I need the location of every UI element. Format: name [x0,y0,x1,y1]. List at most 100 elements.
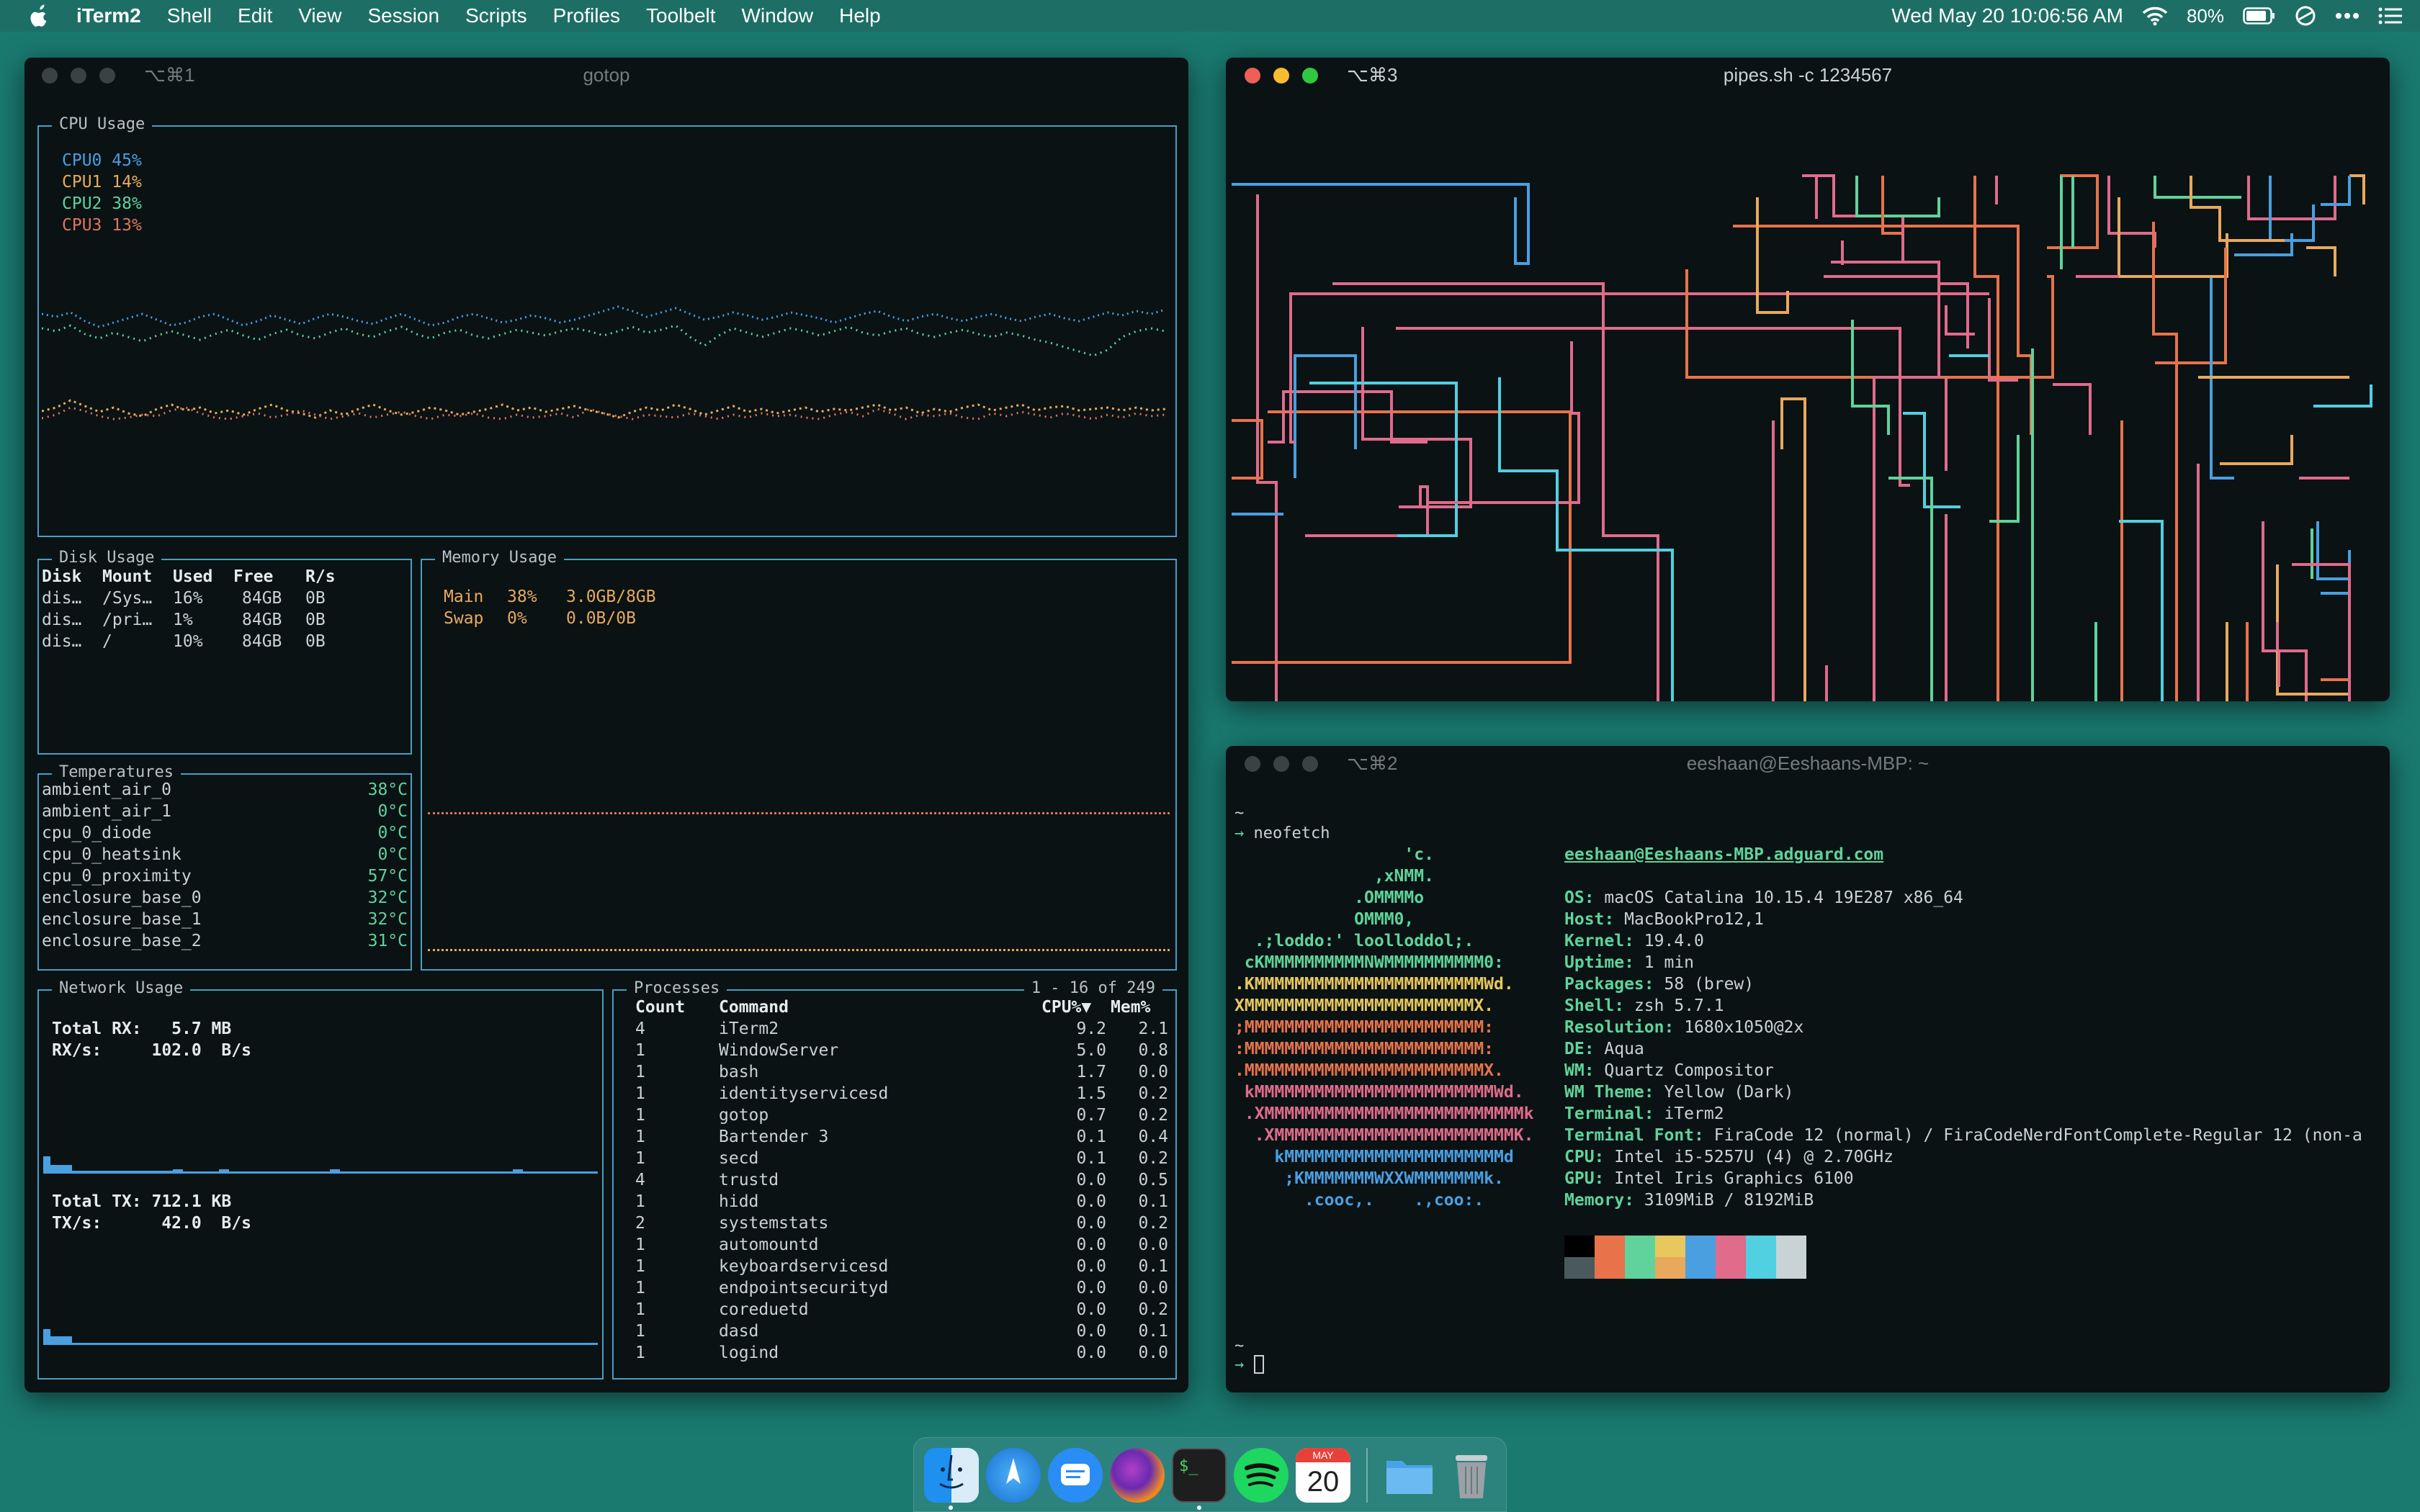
info-key: Terminal: [1564,1104,1654,1123]
info-line: OS: macOS Catalina 10.15.4 19E287 x86_64 [1564,887,1963,909]
table-row: dis… /Sys… 16% 84GB 0B [39,588,411,609]
col-mem[interactable]: Mem% [1111,996,1150,1018]
info-line: CPU: Intel i5-5257U (4) @ 2.70GHz [1564,1146,1894,1168]
table-row[interactable]: 1 logind 0.0 0.0 [614,1342,1175,1364]
spotify-icon[interactable] [1234,1448,1289,1503]
table-row[interactable]: 1 WindowServer 5.0 0.8 [614,1040,1175,1061]
messages-icon[interactable] [1048,1448,1103,1503]
folder-icon[interactable] [1382,1448,1437,1503]
cpu-usage-title: CPU Usage [52,115,153,133]
safari-icon[interactable] [986,1448,1041,1503]
table-row[interactable]: 4 iTerm2 9.2 2.1 [614,1018,1175,1040]
used-cell: 10% [173,632,203,651]
gotop-titlebar[interactable]: ⌥⌘1 gotop [24,58,1188,89]
col-count[interactable]: Count [635,996,685,1018]
finder-icon[interactable] [924,1448,979,1503]
firefox-icon[interactable] [1110,1448,1165,1503]
menu-profiles[interactable]: Profiles [553,4,620,27]
count-cell: 1 [635,1300,645,1319]
ascii-art-line: .cooc,. .,coo:. [1234,1191,1484,1210]
sensor-name: enclosure_base_2 [42,932,202,950]
cpu-cell: 0.0 [1076,1279,1106,1297]
col-command[interactable]: Command [719,996,789,1018]
apple-icon[interactable] [29,4,50,28]
battery-icon[interactable] [2243,7,2276,24]
ascii-art-line: .XMMMMMMMMMMMMMMMMMMMMMMMMK. [1234,1126,1534,1145]
mount-cell: /pri… [102,611,153,629]
command-text: neofetch [1253,824,1330,842]
cpu-cell: 0.0 [1076,1171,1106,1189]
terminal-icon[interactable]: $_ [1172,1448,1227,1503]
ascii-art-line: .XMMMMMMMMMMMMMMMMMMMMMMMMMMk [1234,1104,1534,1123]
command-cell: keyboardservicesd [719,1257,889,1276]
color-palette [1564,1236,1809,1282]
info-value: 19.4.0 [1644,932,1704,950]
col-cpu[interactable]: CPU%▼ [1041,996,1091,1018]
command-cell: automountd [719,1236,819,1254]
info-key: GPU: [1564,1169,1605,1188]
cpu-usage-panel: CPU Usage CPU0 45% CPU1 14% CPU2 38% CPU… [37,115,1177,537]
menu-shell[interactable]: Shell [167,4,212,27]
table-row[interactable]: 1 dasd 0.0 0.1 [614,1320,1175,1342]
wifi-icon[interactable] [2142,6,2168,26]
menu-toolbelt[interactable]: Toolbelt [646,4,716,27]
cpu-cell: 1.7 [1076,1063,1106,1081]
table-row[interactable]: 1 endpointsecurityd 0.0 0.0 [614,1277,1175,1299]
table-row[interactable]: 1 bash 1.7 0.0 [614,1061,1175,1083]
sensor-name: cpu_0_proximity [42,867,192,886]
table-row[interactable]: 1 automountd 0.0 0.0 [614,1234,1175,1256]
info-line: Terminal Font: FiraCode 12 (normal) / Fi… [1564,1125,2362,1146]
count-cell: 1 [635,1322,645,1341]
more-icon[interactable] [2335,12,2360,19]
table-row[interactable]: 1 keyboardservicesd 0.0 0.1 [614,1256,1175,1277]
cpu-cell: 0.0 [1076,1257,1106,1276]
sensor-value: 38°C [367,780,408,799]
menu-scripts[interactable]: Scripts [465,4,527,27]
memory-main-amount: 3.0GB/8GB [566,588,656,606]
table-row[interactable]: 2 systemstats 0.0 0.2 [614,1212,1175,1234]
menu-view[interactable]: View [298,4,341,27]
disk-cell: dis… [42,589,82,608]
menu-window[interactable]: Window [742,4,814,27]
window-title: eeshaan@Eeshaans-MBP: ~ [1686,752,1930,774]
pipes-window[interactable]: ⌥⌘3 pipes.sh -c 1234567 [1226,58,2390,701]
list-icon[interactable] [2378,6,2403,25]
info-line: Memory: 3109MiB / 8192MiB [1564,1189,1814,1211]
network-usage-title: Network Usage [52,979,191,997]
memory-main-percent: 38% [507,588,537,606]
table-row[interactable]: 1 coreduetd 0.0 0.2 [614,1299,1175,1320]
table-row[interactable]: 1 hidd 0.0 0.1 [614,1191,1175,1212]
battery-percent[interactable]: 80% [2187,5,2224,27]
neofetch-titlebar[interactable]: ⌥⌘2 eeshaan@Eeshaans-MBP: ~ [1226,746,2390,778]
menu-help[interactable]: Help [839,4,881,27]
calendar-icon[interactable]: MAY 20 [1296,1448,1350,1503]
info-line: WM Theme: Yellow (Dark) [1564,1081,1794,1103]
pipes-titlebar[interactable]: ⌥⌘3 pipes.sh -c 1234567 [1226,58,2390,89]
count-cell: 1 [635,1257,645,1276]
gotop-window[interactable]: ⌥⌘1 gotop CPU Usage CPU0 45% CPU1 14% CP… [24,58,1188,1392]
menu-app-name[interactable]: iTerm2 [76,4,141,27]
palette-swatch [1716,1236,1746,1257]
palette-swatch [1564,1236,1595,1257]
table-row[interactable]: 4 trustd 0.0 0.5 [614,1169,1175,1191]
table-row[interactable]: 1 gotop 0.7 0.2 [614,1104,1175,1126]
trash-icon[interactable] [1444,1448,1499,1503]
command-cell: secd [719,1149,759,1168]
menu-session[interactable]: Session [367,4,439,27]
menubar-clock[interactable]: Wed May 20 10:06:56 AM [1891,4,2123,27]
rs-cell: 0B [305,611,326,629]
cursor[interactable] [1253,1355,1264,1374]
ascii-art-line: XMMMMMMMMMMMMMMMMMMMMMMMX. [1234,996,1494,1015]
info-value: Quartz Compositor [1604,1061,1774,1080]
table-row[interactable]: 1 Bartender 3 0.1 0.4 [614,1126,1175,1148]
table-row[interactable]: 1 identityservicesd 1.5 0.2 [614,1083,1175,1104]
palette-swatch [1655,1257,1685,1279]
sensor-value: 0°C [377,802,408,821]
table-row[interactable]: 1 secd 0.1 0.2 [614,1148,1175,1169]
menu-edit[interactable]: Edit [238,4,272,27]
focus-icon[interactable] [2295,5,2316,27]
neofetch-window[interactable]: ⌥⌘2 eeshaan@Eeshaans-MBP: ~ ~ → neofetch… [1226,746,2390,1392]
command-cell: hidd [719,1192,759,1211]
palette-swatch [1746,1236,1776,1257]
cpu0-legend: CPU0 45% [62,151,142,170]
